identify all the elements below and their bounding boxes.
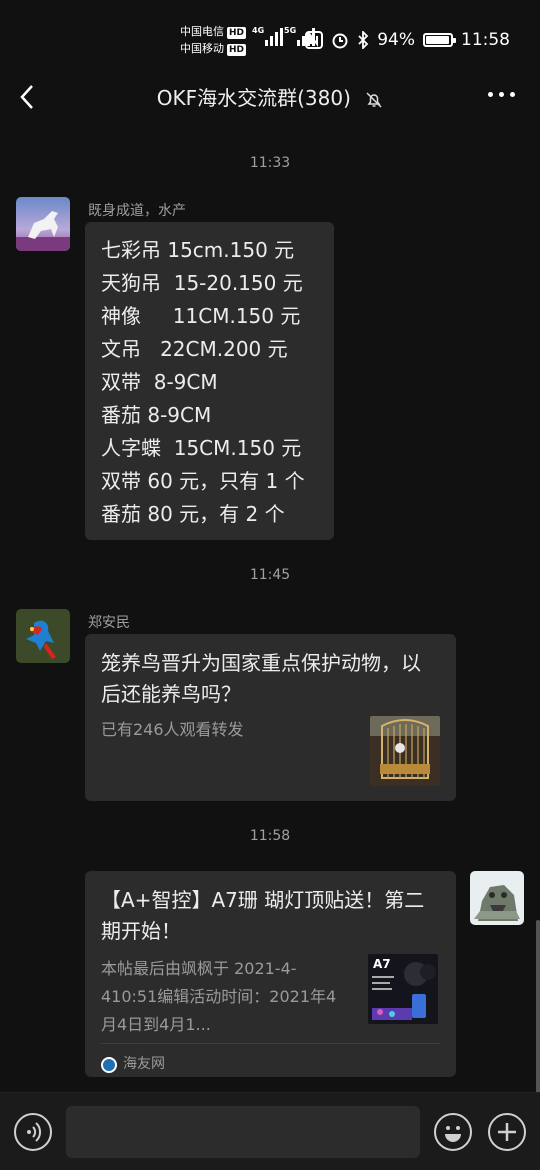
card-title: 【A+智控】A7珊 瑚灯顶贴送！第二期开始！: [101, 888, 425, 943]
card-source: 海友网: [101, 1043, 440, 1075]
more-icon[interactable]: [488, 92, 516, 100]
thumbnail-label: A7: [373, 957, 391, 971]
clock: 11:58: [461, 30, 510, 50]
card-description: 已有246人观看转发: [101, 720, 244, 739]
avatar[interactable]: [16, 609, 70, 663]
nfc-icon: [305, 31, 324, 49]
hd-badge: HD: [227, 44, 247, 56]
alarm-icon: [332, 33, 348, 49]
card-title: 笼养鸟晋升为国家重点保护动物，以后还能养鸟吗？: [101, 651, 421, 706]
carrier-1: 中国电信: [180, 25, 224, 38]
avatar[interactable]: [16, 197, 70, 251]
network-type: 5G: [284, 26, 297, 35]
network-type: 4G: [252, 26, 265, 35]
battery-icon: [423, 33, 456, 47]
timestamp: 11:33: [249, 155, 291, 171]
link-card[interactable]: 【A+智控】A7珊 瑚灯顶贴送！第二期开始！ 本帖最后由飒枫于 2021-4-4…: [85, 871, 456, 1077]
timestamp: 11:58: [249, 828, 291, 844]
voice-input-button[interactable]: [14, 1113, 52, 1151]
plus-icon: [498, 1123, 516, 1141]
emoji-icon: [445, 1126, 461, 1142]
battery-percent: 94%: [377, 30, 415, 50]
voice-icon: [27, 1122, 42, 1142]
more-functions-button[interactable]: [488, 1113, 526, 1151]
chat-header: OKF海水交流群(380): [0, 74, 540, 120]
bluetooth-icon: [358, 31, 369, 49]
card-thumbnail: A7: [368, 954, 438, 1024]
carrier-2: 中国移动: [180, 42, 224, 55]
battery-level: [426, 36, 449, 44]
message-input[interactable]: [66, 1106, 420, 1158]
hd-badge: HD: [227, 27, 247, 39]
input-bar: [0, 1092, 540, 1170]
status-bar: 中国电信 HD 中国移动 HD 4G 5G 94% 11:58: [0, 0, 540, 74]
sender-name: 既身成道，水产: [88, 203, 186, 219]
emoji-button[interactable]: [434, 1113, 472, 1151]
my-avatar[interactable]: [470, 871, 524, 925]
scrollbar[interactable]: [536, 920, 540, 1100]
source-logo-icon: [101, 1057, 117, 1073]
chat-title-text: OKF海水交流群(380): [156, 86, 351, 110]
timestamp: 11:45: [249, 567, 291, 583]
card-thumbnail: [370, 716, 440, 786]
card-description: 本帖最后由飒枫于 2021-4-410:51编辑活动时间：2021年4月4日到4…: [101, 959, 337, 1034]
chat-title: OKF海水交流群(380): [0, 82, 540, 111]
link-card[interactable]: 笼养鸟晋升为国家重点保护动物，以后还能养鸟吗？ 已有246人观看转发: [85, 634, 456, 801]
carrier-info: 中国电信 HD 中国移动 HD: [180, 23, 247, 57]
message-text[interactable]: 七彩吊 15cm.150 元 天狗吊 15-20.150 元 神像 11CM.1…: [85, 222, 334, 540]
sender-name: 郑安民: [88, 615, 130, 631]
mute-bell-icon: [366, 91, 382, 108]
source-name: 海友网: [123, 1056, 165, 1072]
